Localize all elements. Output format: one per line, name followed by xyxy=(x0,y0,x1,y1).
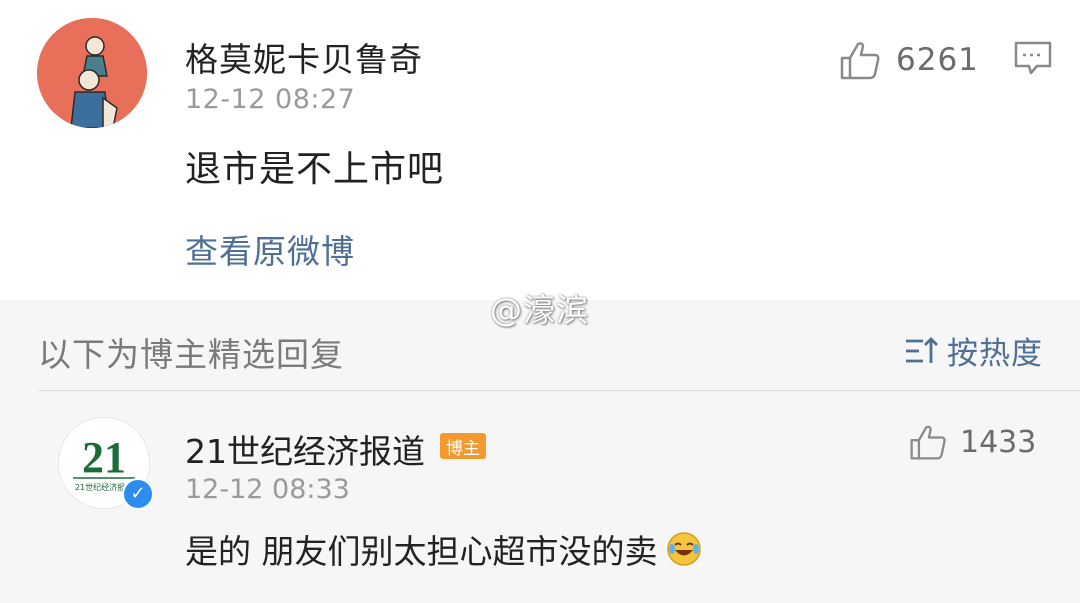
avatar-logo-text: 21 xyxy=(82,433,126,482)
comment-bubble-icon xyxy=(1014,41,1052,75)
reply-like-button[interactable]: 1433 xyxy=(908,422,1036,462)
section-title: 以下为博主精选回复 xyxy=(38,335,344,374)
thumbs-up-icon xyxy=(910,425,946,460)
laughing-crying-emoji-icon xyxy=(666,531,702,567)
view-original-link[interactable]: 查看原微博 xyxy=(185,225,355,273)
reply-timestamp: 12-12 08:33 xyxy=(185,474,350,505)
comment-like-button[interactable]: 6261 xyxy=(838,38,979,82)
reply-text: 是的 朋友们别太担心超市没的卖 xyxy=(185,532,658,571)
thumbs-up-icon xyxy=(838,38,882,82)
author-badge: 博主 xyxy=(440,433,486,459)
divider xyxy=(38,390,1080,391)
sort-by-hot-button[interactable]: 按热度 xyxy=(903,328,1043,373)
reply-button[interactable] xyxy=(1013,40,1053,76)
comment-text: 退市是不上市吧 xyxy=(185,149,445,190)
verified-v-icon: ✓ xyxy=(122,478,154,510)
sort-label: 按热度 xyxy=(947,336,1043,372)
cartoon-people-avatar-icon xyxy=(37,18,147,128)
watermark: @濠滨 xyxy=(490,291,590,329)
comment-timestamp: 12-12 08:27 xyxy=(185,84,356,115)
reply-username[interactable]: 21世纪经济报道 xyxy=(185,425,425,473)
comment-username[interactable]: 格莫妮卡贝鲁奇 xyxy=(185,33,423,81)
comment-like-count: 6261 xyxy=(896,42,979,78)
sort-icon xyxy=(903,335,939,367)
user-avatar[interactable] xyxy=(37,18,147,128)
reply-like-count: 1433 xyxy=(960,424,1037,460)
reply-text-row: 是的 朋友们别太担心超市没的卖 xyxy=(185,525,702,573)
